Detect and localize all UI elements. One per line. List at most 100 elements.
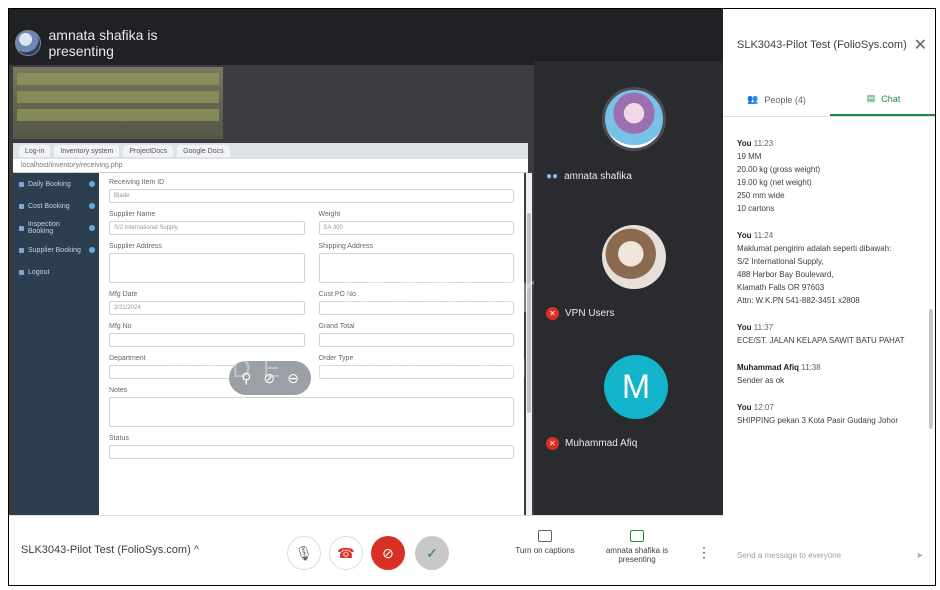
sidebar-item: Logout <box>13 261 99 283</box>
meeting-title: SLK3043-Pilot Test (FolioSys.com) <box>21 544 191 556</box>
form-label: Supplier Address <box>109 243 162 250</box>
chat-messages: You 11:23 19 MM 20.00 kg (gross weight) … <box>737 137 925 527</box>
form-input <box>318 301 514 315</box>
captions-button[interactable]: Turn on captions <box>505 530 585 555</box>
message-line: SHIPPING pekan 3 Kota Pasir Gudang Johor <box>737 416 898 425</box>
pin-icon[interactable]: ⚲ <box>241 370 251 387</box>
sidebar-item: Daily Booking <box>13 173 99 195</box>
participant-tile[interactable]: M ✕ Muhammad Afiq <box>534 341 723 471</box>
form-input: Blade <box>109 189 514 203</box>
shared-scrollbar <box>526 173 532 515</box>
presenter-label: amnata shafika is presenting <box>48 27 158 59</box>
microphone-button[interactable]: 🎙 <box>287 536 321 570</box>
shared-form: Receiving Item ID Blade Supplier Name S/… <box>99 173 524 515</box>
presenting-button[interactable]: amnata shafika is presenting <box>597 530 677 564</box>
chat-scrollbar[interactable] <box>929 309 933 429</box>
form-input <box>318 333 514 347</box>
form-label: Mfg No <box>109 323 132 330</box>
chat-panel: SLK3043-Pilot Test (FolioSys.com) ✕ 👥 Pe… <box>723 9 935 585</box>
message-time: 12:07 <box>753 403 774 412</box>
camera-off-button[interactable]: ⊘ <box>371 536 405 570</box>
shared-screen: Log-in Inventory system ProjectDocs Goog… <box>9 65 534 515</box>
message-line: Attn: W.K.PN 541-882-3451 x2808 <box>737 296 860 305</box>
message-time: 11:24 <box>753 231 774 240</box>
form-textarea <box>318 253 514 283</box>
present-icon <box>630 530 644 542</box>
presenter-avatar <box>15 30 41 56</box>
message-line: 19.00 kg (net weight) <box>737 178 812 187</box>
form-label: Notes <box>109 387 128 394</box>
meet-window: amnata shafika is presenting Log-in Inve… <box>8 8 936 586</box>
participant-photo <box>602 225 666 289</box>
form-label: Supplier Name <box>109 211 156 218</box>
form-label: Grand Total <box>318 323 355 330</box>
meeting-details-button[interactable]: SLK3043-Pilot Test (FolioSys.com) ^ <box>21 544 199 556</box>
captions-icon <box>538 530 552 542</box>
tab-chat-label: Chat <box>881 93 901 104</box>
participant-name: Muhammad Afiq <box>565 438 638 449</box>
form-input: SA 300 <box>318 221 514 235</box>
chat-message: You 11:24 Maklumat pengirim adalah seper… <box>737 229 925 307</box>
tile-hover-controls[interactable]: ⚲ ⊘ ⊖ <box>229 361 311 395</box>
chat-message: You 11:37 ECE/ST. JALAN KELAPA SAWIT BAT… <box>737 321 925 347</box>
chat-message: Muhammad Afiq 11:38 Sender as ok <box>737 361 925 387</box>
chat-input-placeholder: Send a message to everyone <box>737 550 842 560</box>
more-options-icon[interactable]: ⋮ <box>697 544 711 561</box>
remove-icon[interactable]: ⊖ <box>287 370 299 387</box>
participant-name: amnata shafika <box>564 171 632 182</box>
microphone-icon: 🎙 <box>295 544 313 561</box>
tab-chat[interactable]: ▤ Chat <box>830 83 935 116</box>
participant-tile[interactable]: ✕ VPN Users <box>534 211 723 341</box>
browser-tab: Google Docs <box>177 145 230 157</box>
mute-icon[interactable]: ⊘ <box>263 370 275 387</box>
browser-tab: Log-in <box>19 145 51 157</box>
chat-icon: ▤ <box>866 93 876 103</box>
close-icon[interactable]: ✕ <box>914 35 927 55</box>
form-label: Shipping Address <box>318 243 373 250</box>
message-line: 10 cartons <box>737 204 775 213</box>
form-label: Mfg Date <box>109 291 138 298</box>
people-icon: 👥 <box>747 94 759 104</box>
message-line: 20.00 kg (gross weight) <box>737 165 821 174</box>
chat-input[interactable]: Send a message to everyone ➤ <box>737 545 923 565</box>
chat-message: You 12:07 SHIPPING pekan 3 Kota Pasir Gu… <box>737 401 925 427</box>
message-line: S/2 International Supply, <box>737 257 824 266</box>
form-textarea <box>109 397 514 427</box>
confirm-button[interactable]: ✓ <box>415 536 449 570</box>
message-time: 11:23 <box>753 139 774 148</box>
send-icon[interactable]: ➤ <box>916 551 923 560</box>
present-label: amnata shafika is presenting <box>605 546 669 564</box>
participant-photo <box>602 87 666 151</box>
browser-tab: ProjectDocs <box>123 145 174 157</box>
leave-call-button[interactable]: ☎ <box>329 536 363 570</box>
form-input <box>318 365 514 379</box>
check-icon: ✓ <box>426 544 438 561</box>
form-input <box>109 333 305 347</box>
message-sender: Muhammad Afiq <box>737 363 799 372</box>
tab-people-label: People (4) <box>764 94 806 105</box>
sidebar-item: Inspection Booking <box>13 217 99 239</box>
sidebar-item: Cost Booking <box>13 195 99 217</box>
message-time: 11:37 <box>753 323 774 332</box>
message-line: 250 mm wide <box>737 191 785 200</box>
mic-off-icon: ✕ <box>546 437 559 450</box>
form-label: Order Type <box>318 355 354 362</box>
browser-tab: Inventory system <box>54 145 120 157</box>
message-sender: You <box>737 403 752 412</box>
message-line: Maklumat pengirim adalah seperti dibawah… <box>737 244 892 253</box>
message-line: ECE/ST. JALAN KELAPA SAWIT BATU PAHAT <box>737 336 905 345</box>
browser-tab-strip: Log-in Inventory system ProjectDocs Goog… <box>13 143 528 159</box>
form-label: Weight <box>318 211 341 218</box>
message-line: 19 MM <box>737 152 762 161</box>
chevron-up-icon: ^ <box>193 544 199 556</box>
participant-tile[interactable]: ●● amnata shafika <box>534 61 723 211</box>
chat-panel-title: SLK3043-Pilot Test (FolioSys.com) <box>737 39 907 51</box>
message-line: Klamath Falls OR 97603 <box>737 283 825 292</box>
message-line: 488 Harbor Bay Boulevard, <box>737 270 834 279</box>
form-input: S/2 International Supply <box>109 221 305 235</box>
presentation-stage: amnata shafika is presenting Log-in Inve… <box>9 9 935 515</box>
app-sidebar: Daily Booking Cost Booking Inspection Bo… <box>13 173 99 515</box>
tab-people[interactable]: 👥 People (4) <box>723 83 830 116</box>
form-label: Receiving Item ID <box>109 179 165 186</box>
bottom-toolbar: SLK3043-Pilot Test (FolioSys.com) ^ 🎙 ☎ … <box>9 515 723 585</box>
